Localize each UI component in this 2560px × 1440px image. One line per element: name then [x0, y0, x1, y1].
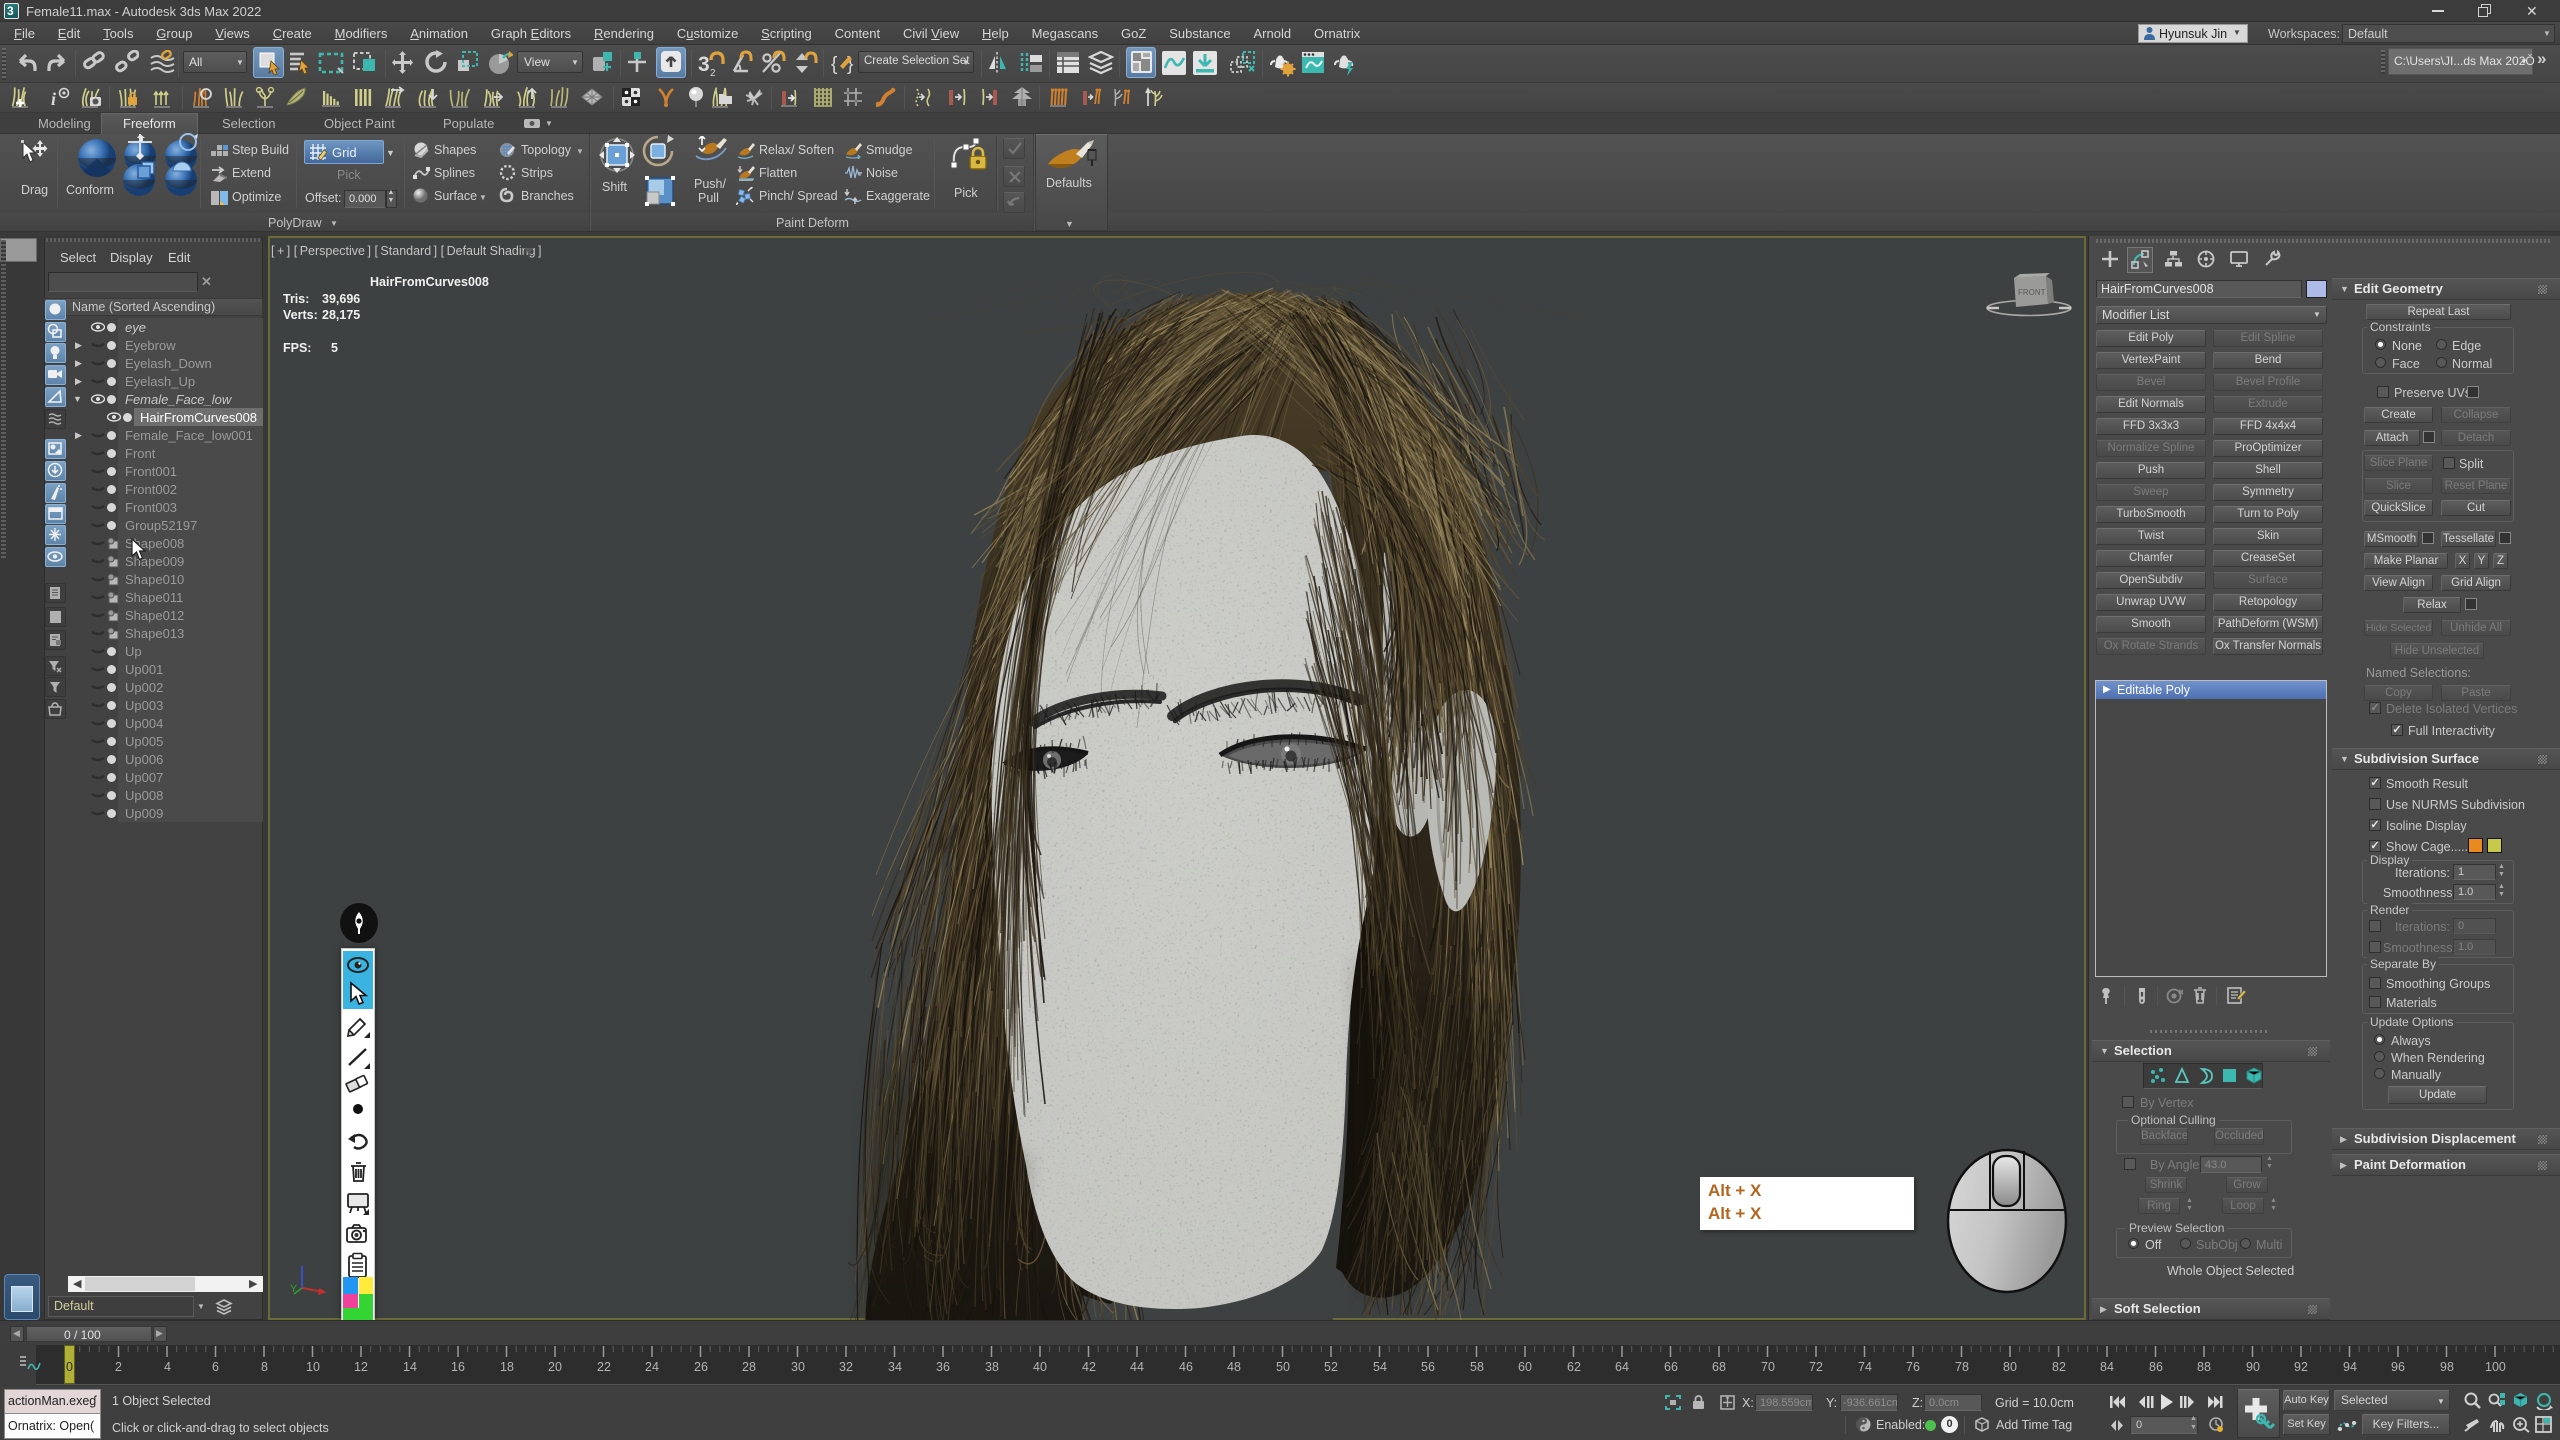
svg-text:3: 3 — [698, 53, 710, 76]
svg-text:{: { — [831, 54, 838, 75]
svg-text:}: } — [847, 54, 853, 75]
svg-text:2: 2 — [710, 68, 716, 77]
svg-text:i: i — [51, 89, 56, 109]
svg-text:FRONT: FRONT — [2018, 288, 2046, 297]
